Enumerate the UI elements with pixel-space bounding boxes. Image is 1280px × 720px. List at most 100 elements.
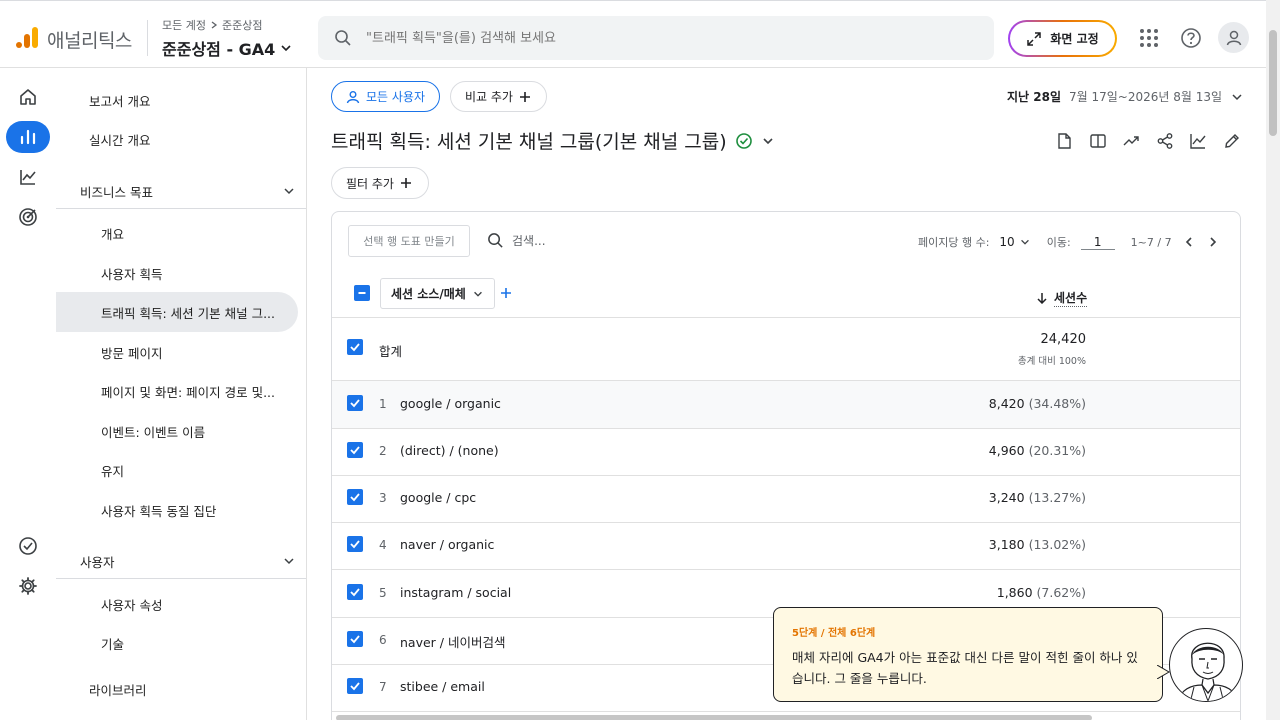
- nav-item-pages-screens[interactable]: 페이지 및 화면: 페이지 경로 및...: [56, 371, 298, 411]
- search-icon: [335, 30, 351, 46]
- explore-icon[interactable]: [6, 161, 50, 193]
- add-comparison-button[interactable]: 비교 추가: [450, 81, 547, 112]
- row-checkbox[interactable]: [347, 536, 363, 552]
- row-metric: 1,860 (7.62%): [997, 585, 1086, 600]
- row-dimension: stibee / email: [400, 679, 485, 694]
- row-rank: 4: [379, 538, 387, 552]
- nav-item-landing-page[interactable]: 방문 페이지: [56, 332, 298, 372]
- advertising-icon[interactable]: [6, 201, 50, 233]
- horizontal-scroll-thumb[interactable]: [336, 715, 1092, 720]
- row-checkbox[interactable]: [347, 631, 363, 647]
- row-value: 3,240: [988, 490, 1025, 505]
- property-name: 준준상점 - GA4: [162, 40, 276, 59]
- nav-item-user-attributes[interactable]: 사용자 속성: [56, 584, 298, 624]
- nav-item-traffic-acquisition[interactable]: 트래픽 획득: 세션 기본 채널 그...: [56, 292, 298, 332]
- property-selector[interactable]: 준준상점 - GA4: [162, 36, 293, 60]
- row-checkbox[interactable]: [347, 584, 363, 600]
- nav-item-overview[interactable]: 개요: [56, 213, 298, 253]
- chevron-down-icon[interactable]: [761, 134, 775, 148]
- add-dimension-plus-icon[interactable]: [499, 286, 513, 300]
- check-circle-icon[interactable]: [6, 530, 50, 562]
- page-range: 1~7 / 7: [1130, 235, 1172, 249]
- dimension-selector[interactable]: 세션 소스/매체: [380, 278, 495, 309]
- row-rank: 5: [379, 586, 387, 600]
- row-checkbox[interactable]: [347, 395, 363, 411]
- home-icon[interactable]: [6, 81, 50, 113]
- table-row[interactable]: 1 google / organic 8,420 (34.48%): [332, 381, 1240, 428]
- nav-item-user-acquisition[interactable]: 사용자 획득: [56, 253, 298, 293]
- insights-chart-icon[interactable]: [1187, 130, 1209, 152]
- row-percent: (7.62%): [1036, 585, 1086, 600]
- reports-icon[interactable]: [6, 121, 50, 153]
- nav-report-overview[interactable]: 보고서 개요: [56, 80, 298, 120]
- tooltip-text: 매체 자리에 GA4가 아는 표준값 대신 다른 말이 적힌 줄이 하나 있습니…: [792, 650, 1138, 686]
- table-search[interactable]: 검색...: [487, 232, 546, 249]
- nav-section-user[interactable]: 사용자: [56, 541, 306, 581]
- nav-realtime-overview[interactable]: 실시간 개요: [56, 119, 298, 159]
- search-input[interactable]: [366, 30, 926, 46]
- row-dimension: naver / 네이버검색: [400, 635, 506, 650]
- row-percent: (34.48%): [1028, 396, 1086, 411]
- gear-icon[interactable]: [6, 570, 50, 602]
- share-icon[interactable]: [1154, 130, 1176, 152]
- row-checkbox[interactable]: [347, 489, 363, 505]
- table-row[interactable]: 4 naver / organic 3,180 (13.02%): [332, 522, 1240, 569]
- total-checkbox[interactable]: [347, 339, 363, 355]
- brand-name: 애널리틱스: [47, 30, 132, 52]
- row-dimension: (direct) / (none): [400, 443, 499, 458]
- verified-check-icon[interactable]: [735, 132, 753, 150]
- date-range: 7월 17일~2026년 8월 13일: [1069, 90, 1223, 104]
- nav-section-divider: [56, 208, 306, 209]
- sort-down-arrow-icon: [1037, 293, 1047, 304]
- row-percent: (13.27%): [1028, 490, 1086, 505]
- chevron-right-icon[interactable]: [1206, 235, 1220, 249]
- table-row[interactable]: 2 (direct) / (none) 4,960 (20.31%): [332, 428, 1240, 475]
- row-dimension: naver / organic: [400, 537, 495, 552]
- chevron-left-icon[interactable]: [1182, 235, 1196, 249]
- document-icon[interactable]: [1053, 130, 1075, 152]
- row-checkbox[interactable]: [347, 442, 363, 458]
- trending-icon[interactable]: [1120, 130, 1142, 152]
- breadcrumb-property[interactable]: 준준상점: [222, 17, 262, 33]
- nav-item-retention[interactable]: 유지: [56, 450, 298, 490]
- row-metric: 8,420 (34.48%): [989, 396, 1086, 411]
- nav-section-business[interactable]: 비즈니스 목표: [56, 171, 306, 211]
- add-filter-button[interactable]: 필터 추가: [331, 167, 429, 199]
- nav-item-events[interactable]: 이벤트: 이벤트 이름: [56, 411, 298, 451]
- date-range-picker[interactable]: 지난 28일 7월 17일~2026년 8월 13일: [1007, 88, 1244, 105]
- metric-column-header[interactable]: 세션수: [1036, 289, 1088, 307]
- row-rank: 7: [379, 680, 387, 694]
- apps-grid-icon[interactable]: [1135, 24, 1163, 52]
- all-users-chip[interactable]: 모든 사용자: [331, 81, 440, 112]
- plus-icon: [519, 91, 530, 102]
- help-icon[interactable]: [1177, 24, 1205, 52]
- vertical-scroll-thumb[interactable]: [1269, 30, 1277, 136]
- edit-pencil-icon[interactable]: [1221, 130, 1243, 152]
- plot-rows-button[interactable]: 선택 행 도표 만들기: [348, 225, 470, 257]
- account-avatar[interactable]: [1218, 22, 1249, 53]
- analytics-logo-icon[interactable]: [16, 26, 38, 48]
- nav-item-cohort[interactable]: 사용자 획득 동질 집단: [56, 490, 298, 530]
- row-divider: [332, 711, 1240, 712]
- row-metric: 4,960 (20.31%): [989, 443, 1086, 458]
- breadcrumb-account[interactable]: 모든 계정: [162, 17, 206, 33]
- nav-item-tech[interactable]: 기술: [56, 623, 298, 663]
- nav-library[interactable]: 라이브러리: [56, 669, 298, 709]
- select-all-checkbox[interactable]: [354, 285, 370, 301]
- rows-per-page-select[interactable]: 10: [999, 235, 1030, 249]
- row-checkbox[interactable]: [347, 678, 363, 694]
- row-metric: 3,240 (13.27%): [989, 490, 1086, 505]
- row-rank: 1: [379, 397, 387, 411]
- divider: [147, 20, 148, 56]
- breadcrumb[interactable]: 모든 계정 준준상점: [162, 17, 262, 33]
- table-row[interactable]: 3 google / cpc 3,240 (13.27%): [332, 475, 1240, 522]
- search-bar[interactable]: [318, 16, 994, 60]
- pin-view-button[interactable]: 화면 고정: [1008, 20, 1117, 57]
- total-subtext: 총계 대비 100%: [1017, 356, 1086, 367]
- row-rank: 3: [379, 491, 387, 505]
- goto-page-input[interactable]: 1: [1080, 235, 1115, 250]
- compare-columns-icon[interactable]: [1087, 130, 1109, 152]
- total-label: 합계: [379, 344, 403, 359]
- date-label: 지난 28일: [1007, 90, 1061, 104]
- chevron-down-icon: [284, 188, 294, 195]
